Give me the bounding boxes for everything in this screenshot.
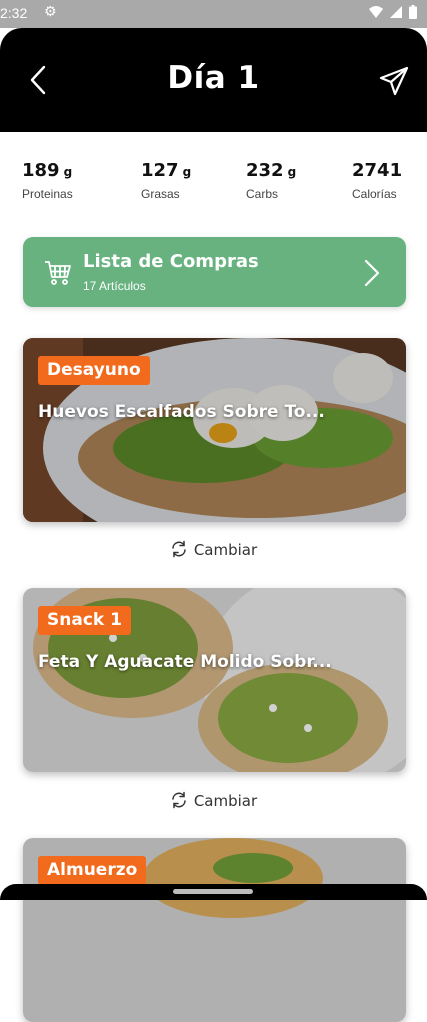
shopping-list-button[interactable]: Lista de Compras 17 Artículos xyxy=(23,237,406,307)
app-header: Día 1 xyxy=(0,28,427,132)
macro-value: 2741 xyxy=(352,160,403,181)
macro-carbs: 232 g Carbs xyxy=(246,160,296,201)
swap-meal-button[interactable]: Cambiar xyxy=(0,540,427,559)
status-bar: 2:32 ⚙ xyxy=(0,0,427,28)
system-nav-bar xyxy=(0,884,427,900)
macro-value: 127 xyxy=(141,160,179,181)
meal-name: Huevos Escalfados Sobre To... xyxy=(38,402,325,422)
signal-icon xyxy=(390,6,402,22)
page-title: Día 1 xyxy=(167,60,260,96)
macro-value: 232 xyxy=(246,160,284,181)
macro-calories: 2741 Calorías xyxy=(352,160,402,201)
shopping-list-title: Lista de Compras xyxy=(83,251,259,272)
home-gesture-pill[interactable] xyxy=(173,889,253,894)
macro-label: Proteinas xyxy=(22,187,73,201)
macro-protein: 189 g Proteinas xyxy=(22,160,73,201)
macro-unit: g xyxy=(182,165,192,179)
meal-type-badge: Snack 1 xyxy=(38,606,131,635)
shopping-list-count: 17 Artículos xyxy=(83,279,146,293)
macro-unit: g xyxy=(287,165,297,179)
swap-label: Cambiar xyxy=(193,541,258,559)
swap-icon xyxy=(170,540,188,558)
macro-label: Carbs xyxy=(246,187,279,201)
meal-card-snack[interactable]: Snack 1 Feta Y Aguacate Molido Sobr... xyxy=(23,588,406,772)
macro-label: Grasas xyxy=(141,187,180,201)
meal-card-lunch[interactable]: Almuerzo xyxy=(23,838,406,1022)
shopping-cart-icon xyxy=(44,258,72,286)
swap-meal-button[interactable]: Cambiar xyxy=(0,791,427,810)
macro-fat: 127 g Grasas xyxy=(141,160,191,201)
battery-icon xyxy=(409,5,417,23)
macro-label: Calorías xyxy=(352,187,397,201)
swap-icon xyxy=(170,791,188,809)
macro-unit: g xyxy=(63,165,73,179)
status-time: 2:32 xyxy=(0,5,28,21)
swap-label: Cambiar xyxy=(193,792,258,810)
settings-gear-icon: ⚙ xyxy=(44,4,57,20)
macro-value: 189 xyxy=(22,160,60,181)
status-icons xyxy=(369,5,417,23)
macros-summary: 189 g Proteinas 127 g Grasas 232 g Carbs 27… xyxy=(22,160,412,210)
meal-type-badge: Desayuno xyxy=(38,356,150,385)
wifi-icon xyxy=(369,6,383,22)
meal-name: Feta Y Aguacate Molido Sobr... xyxy=(38,652,332,672)
chevron-right-icon xyxy=(364,259,380,287)
meal-card-breakfast[interactable]: Desayuno Huevos Escalfados Sobre To... xyxy=(23,338,406,522)
send-icon[interactable] xyxy=(379,66,409,96)
meal-type-badge: Almuerzo xyxy=(38,856,147,885)
